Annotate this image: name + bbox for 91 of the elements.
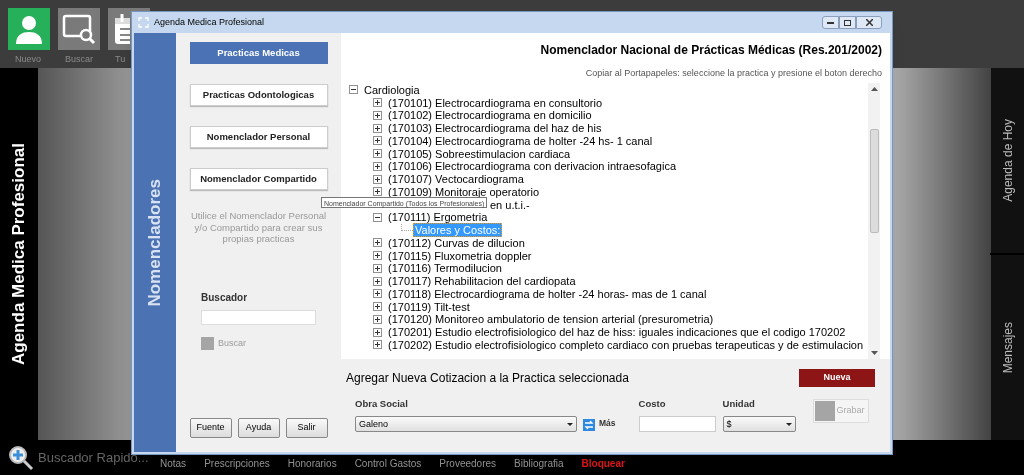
scroll-up-icon[interactable] — [870, 86, 878, 91]
expand-icon[interactable] — [373, 327, 382, 337]
tree-item[interactable]: (170202) Estudio electrofisiologico completo cardiaco con pruebas terapeuticas y de estimulacion — [387, 338, 865, 351]
expand-icon[interactable] — [373, 289, 382, 299]
footer-button[interactable]: Ayuda — [237, 418, 280, 438]
side-tab[interactable]: Mensajes — [990, 255, 1024, 440]
tree-item[interactable]: (170120) Monitoreo ambulatorio de tension arterial (presurometria) — [387, 313, 715, 326]
page-heading: Nomenclador Nacional de Prácticas Médicas (Res.201/2002) — [540, 42, 882, 59]
expand-icon[interactable] — [373, 123, 382, 133]
tree-item[interactable]: (170104) Electrocardiograma de holter -24 hs- 1 canal — [387, 134, 654, 147]
minimize-button[interactable] — [822, 16, 839, 29]
expand-icon[interactable] — [373, 238, 382, 248]
minimize-icon — [827, 21, 834, 24]
close-icon — [865, 19, 873, 26]
cost-field[interactable] — [638, 416, 716, 433]
swap-icon[interactable] — [583, 419, 595, 432]
menu-link[interactable]: Bibliografia — [514, 456, 564, 471]
scrollbar[interactable] — [868, 82, 880, 359]
calendar-icon — [115, 14, 130, 44]
close-button[interactable] — [856, 16, 882, 29]
tree-item[interactable]: (170106) Electrocardiograma con derivacion intraesofagica — [387, 160, 677, 173]
side-tab[interactable]: Agenda de Hoy — [990, 68, 1024, 253]
nav-button[interactable]: Practicas Medicas — [189, 42, 328, 64]
zoom-in-icon[interactable] — [8, 444, 34, 471]
search-label: Buscador — [201, 290, 249, 305]
form-title: Agregar Nueva Cotizacion a la Practica seleccionada — [346, 370, 629, 387]
search-option-label: Buscar — [218, 336, 246, 350]
expand-icon[interactable] — [373, 302, 382, 312]
search-field[interactable] — [201, 309, 316, 325]
expand-icon[interactable] — [373, 276, 382, 286]
more-link[interactable]: Más — [599, 416, 616, 430]
maximize-icon — [844, 19, 851, 26]
menu-link[interactable]: Control Gastos — [354, 456, 422, 471]
insurance-dropdown[interactable]: Galeno — [355, 416, 577, 433]
scroll-thumb[interactable] — [869, 128, 879, 233]
expand-icon[interactable] — [373, 251, 382, 261]
app-title: Agenda Medica Profesional — [8, 143, 30, 365]
tree-item[interactable]: (170102) Electrocardiograma en domicilio — [387, 109, 593, 122]
expand-icon[interactable] — [373, 340, 382, 350]
tree-item[interactable]: (170118) Electrocardiograma de holter -24 horas- mas de 1 canal — [387, 287, 708, 300]
unit-dropdown[interactable]: $ — [722, 416, 796, 433]
help-text: Utilice el Nomenclador Personal y/o Compartido para crear sus propias practicas — [189, 210, 328, 245]
page-subheading: Copiar al Portapapeles: seleccione la practica y presione el boton derecho — [585, 67, 882, 80]
tree-item[interactable]: (170117) Rehabilitacion del cardiopata — [387, 275, 577, 288]
field-label: Obra Social — [355, 397, 409, 411]
caret-icon — [567, 422, 573, 426]
maximize-button[interactable] — [839, 16, 856, 29]
new-button[interactable]: Nueva — [799, 369, 875, 387]
scroll-down-icon[interactable] — [870, 351, 878, 355]
tree-item[interactable]: (170116) Termodilucion — [387, 262, 503, 275]
expand-icon[interactable] — [373, 187, 382, 197]
field-label: Unidad — [722, 397, 756, 411]
expand-icon[interactable] — [373, 98, 382, 108]
expand-icon[interactable] — [373, 149, 382, 159]
menu-link[interactable]: Proveedores — [439, 456, 497, 471]
tree-item[interactable]: (170107) Vectocardiograma — [387, 173, 525, 186]
tree-item[interactable]: (170111) Ergometria — [387, 211, 489, 224]
window-title: Agenda Medica Profesional — [154, 15, 265, 29]
expand-icon[interactable] — [373, 110, 382, 120]
tree-item[interactable]: en u.t.i.- — [489, 198, 531, 211]
expand-icon[interactable] — [373, 314, 382, 324]
caret-icon — [785, 422, 792, 426]
side-label: Nomencladores — [144, 178, 166, 307]
menu-link[interactable]: Prescripciones — [204, 456, 270, 471]
menu-link[interactable]: Notas — [160, 456, 187, 471]
window-icon — [138, 17, 149, 28]
tree-item[interactable]: (170112) Curvas de dilucion — [387, 236, 526, 249]
tree-item[interactable]: Cardiologia — [363, 83, 421, 96]
tree-item[interactable]: (170119) Tilt-test — [387, 300, 471, 313]
nav-button[interactable]: Nomenclador Compartido — [189, 168, 328, 190]
tree-item[interactable]: (170101) Electrocardiograma en consultorio — [387, 96, 603, 109]
quick-search-field[interactable]: Buscador Rapido... — [38, 447, 160, 468]
tree-item[interactable]: (170201) Estudio electrofisiologico del haz de hiss: iguales indicaciones que el codigo 170202 — [387, 326, 847, 339]
menu-link[interactable]: Honorarios — [287, 456, 337, 471]
expand-icon[interactable] — [373, 174, 382, 184]
screen-search-icon — [62, 12, 96, 46]
tree-item[interactable]: (170109) Monitoraje operatorio — [387, 185, 541, 198]
collapse-icon[interactable] — [349, 85, 358, 95]
expand-icon[interactable] — [373, 263, 382, 273]
field-label: Costo — [638, 397, 667, 411]
footer-button[interactable]: Fuente — [189, 418, 232, 438]
menu-link[interactable]: Bloquear — [581, 456, 625, 471]
tree-item[interactable]: (170115) Fluxometria doppler — [387, 249, 533, 262]
tree-item[interactable]: (170105) Sobreestimulacion cardiaca — [387, 147, 572, 160]
collapse-icon[interactable] — [373, 212, 382, 222]
footer-button[interactable]: Salir — [285, 418, 328, 438]
nav-button[interactable]: Nomenclador Personal — [189, 126, 328, 148]
expand-icon[interactable] — [373, 136, 382, 146]
tree-item[interactable]: (170103) Electrocardiograma del haz de his — [387, 122, 603, 135]
expand-icon[interactable] — [373, 161, 382, 171]
nav-button[interactable]: Practicas Odontologicas — [189, 84, 328, 106]
